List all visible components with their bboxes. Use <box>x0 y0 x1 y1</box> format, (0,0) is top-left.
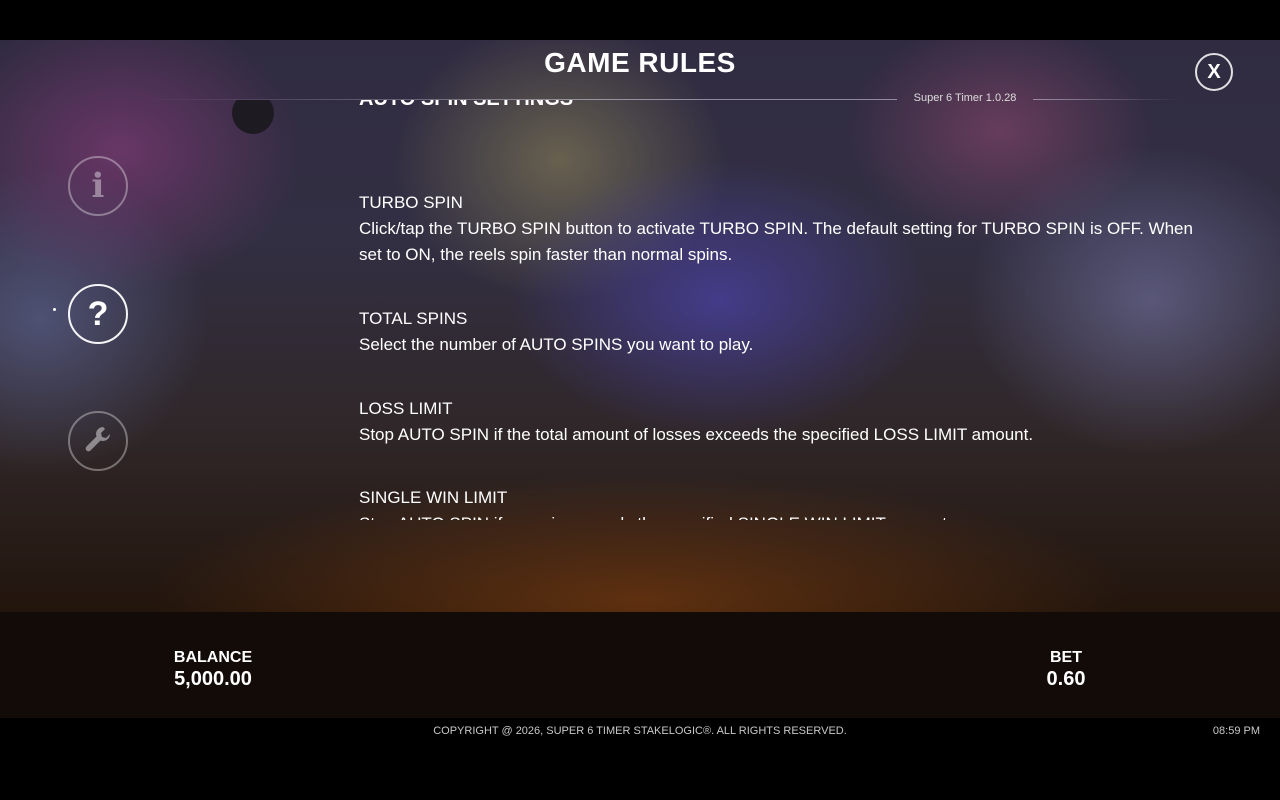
copyright-text: COPYRIGHT @ 2026, SUPER 6 TIMER STAKELOG… <box>433 725 847 737</box>
rule-title: LOSS LIMIT <box>359 399 453 418</box>
title-divider-left <box>140 99 897 100</box>
clock: 08:59 PM <box>1212 725 1260 737</box>
settings-tab-button[interactable] <box>68 411 128 471</box>
balance-label: BALANCE <box>173 649 253 666</box>
wrench-icon <box>82 423 114 460</box>
rule-text: Stop AUTO SPIN if the total amount of lo… <box>359 425 1034 444</box>
page-title: GAME RULES <box>544 47 736 78</box>
rule-item: TURBO SPIN Click/tap the TURBO SPIN butt… <box>359 190 1219 268</box>
bet-display: BET 0.60 <box>1026 649 1106 691</box>
info-icon: i <box>91 166 105 206</box>
close-icon: X <box>1207 60 1221 83</box>
active-tab-indicator <box>53 308 56 311</box>
rules-content[interactable]: AUTO SPIN SETTINGS TURBO SPIN Click/tap … <box>359 100 1219 520</box>
title-divider-right <box>1033 99 1180 100</box>
rule-text: Select the number of AUTO SPINS you want… <box>359 335 754 354</box>
close-button[interactable]: X <box>1195 53 1233 91</box>
balance-display: BALANCE 5,000.00 <box>150 649 276 691</box>
info-tab-button[interactable]: i <box>68 156 128 216</box>
bet-value: 0.60 <box>1046 668 1086 690</box>
rule-item: TOTAL SPINS Select the number of AUTO SP… <box>359 306 1219 358</box>
rule-text: Stop AUTO SPIN if any win exceeds the sp… <box>359 511 1219 520</box>
help-icon: ? <box>87 294 109 333</box>
rule-title: TURBO SPIN <box>359 193 463 212</box>
rule-item: SINGLE WIN LIMIT Stop AUTO SPIN if any w… <box>359 485 1219 520</box>
rule-title: SINGLE WIN LIMIT <box>359 488 508 507</box>
help-tab-button[interactable]: ? <box>68 284 128 344</box>
balance-value: 5,000.00 <box>174 668 252 690</box>
top-bar <box>0 0 1280 40</box>
version-label: Super 6 Timer 1.0.28 <box>913 92 1017 104</box>
section-scroll-icon <box>232 100 274 136</box>
rule-item: LOSS LIMIT Stop AUTO SPIN if the total a… <box>359 396 1219 448</box>
rule-text: Click/tap the TURBO SPIN button to activ… <box>359 219 1193 264</box>
rule-title: TOTAL SPINS <box>359 309 468 328</box>
bet-label: BET <box>1050 649 1082 666</box>
section-heading: AUTO SPIN SETTINGS <box>359 100 573 111</box>
